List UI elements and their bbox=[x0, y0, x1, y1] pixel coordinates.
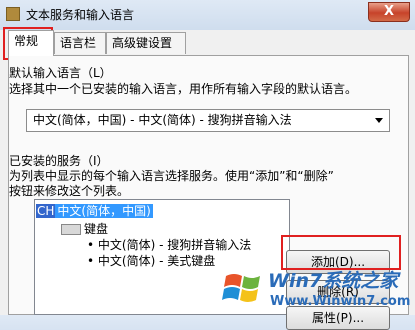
watermark: Win7系统之家 Www.Winwin7.com bbox=[222, 262, 415, 315]
default-language-label: 默认输入语言（L） bbox=[9, 66, 112, 80]
title-bar: 文本服务和输入语言 X bbox=[0, 0, 415, 28]
default-language-description: 选择其中一个已安装的输入语言，用作所有输入字段的默认语言。 bbox=[9, 82, 358, 96]
language-code-badge: CH bbox=[36, 204, 56, 218]
tab-language-bar[interactable]: 语言栏 bbox=[54, 32, 106, 54]
watermark-url: Www.Winwin7.com bbox=[270, 294, 411, 309]
tab-general[interactable]: 常规 bbox=[8, 30, 54, 56]
tree-category-node[interactable]: 键盘 bbox=[61, 220, 108, 237]
watermark-brand: Win7系统之家 bbox=[268, 270, 399, 292]
category-label: 键盘 bbox=[84, 222, 109, 236]
tab-advanced-key-settings[interactable]: 高级键设置 bbox=[106, 32, 186, 54]
chevron-down-icon bbox=[375, 118, 383, 123]
window-title: 文本服务和输入语言 bbox=[26, 8, 135, 22]
windows-logo-icon bbox=[222, 274, 260, 302]
window-icon bbox=[6, 7, 20, 21]
keyboard-icon bbox=[61, 224, 81, 235]
default-language-dropdown[interactable]: 中文(简体，中国) - 中文(简体) - 搜狗拼音输入法 bbox=[26, 109, 390, 132]
installed-services-description-2: 按钮来修改这个列表。 bbox=[9, 184, 130, 198]
close-button[interactable]: X bbox=[368, 2, 410, 22]
tree-service-item[interactable]: • 中文(简体) - 美式键盘 bbox=[87, 252, 215, 269]
tree-service-item[interactable]: • 中文(简体) - 搜狗拼音输入法 bbox=[87, 236, 251, 253]
language-name: 中文(简体，中国) bbox=[55, 204, 153, 218]
dropdown-selected-value: 中文(简体，中国) - 中文(简体) - 搜狗拼音输入法 bbox=[33, 113, 292, 127]
tree-language-node[interactable]: CH 中文(简体，中国) bbox=[36, 202, 153, 219]
